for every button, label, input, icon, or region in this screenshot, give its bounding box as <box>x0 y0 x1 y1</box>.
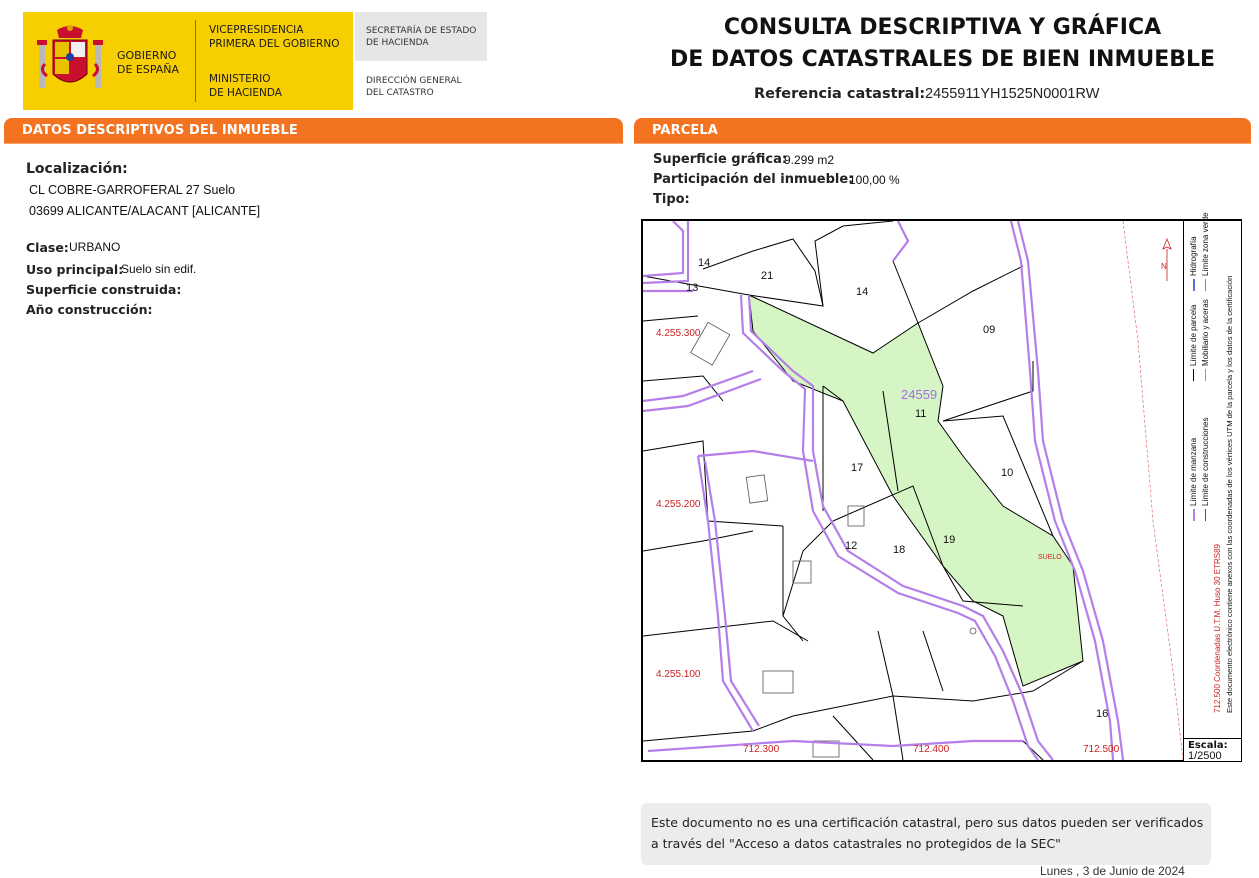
cadastral-map[interactable]: 4.255.300 4.255.200 4.255.100 712.300 71… <box>641 219 1242 762</box>
descriptive-section-header: DATOS DESCRIPTIVOS DEL INMUEBLE <box>4 118 623 143</box>
clase-label: Clase: <box>26 240 69 255</box>
superficie-grafica-value: 9.299 m2 <box>784 153 835 167</box>
cadastral-map-drawing: 4.255.300 4.255.200 4.255.100 712.300 71… <box>643 221 1184 760</box>
map-x-coord-1: 712.300 <box>743 744 780 755</box>
gobierno-line2: DE ESPAÑA <box>117 63 180 76</box>
ministerio-line1: MINISTERIO <box>209 73 271 85</box>
legend-mobiliario: Mobiliario y aceras <box>1201 299 1210 381</box>
parcel-label-21: 21 <box>761 270 773 282</box>
coat-of-arms-icon <box>37 25 103 88</box>
anio-construccion-label: Año construcción: <box>26 302 153 317</box>
location-label: Localización: <box>26 161 128 177</box>
parcel-label-11: 11 <box>915 408 926 420</box>
logo-divider <box>195 20 196 102</box>
participacion-label: Participación del inmueble: <box>653 172 854 187</box>
secretaria-line2: DE HACIENDA <box>366 38 429 48</box>
location-line2: 03699 ALICANTE/ALACANT [ALICANTE] <box>29 204 261 218</box>
gobierno-line1: GOBIERNO <box>117 49 177 62</box>
selected-parcel-area <box>748 294 1084 687</box>
legend-manzana: Límite de manzana <box>1189 438 1198 521</box>
parcela-section-title: PARCELA <box>652 123 718 138</box>
page-title-line2: DE DATOS CATASTRALES DE BIEN INMUEBLE <box>669 47 1216 72</box>
reference-value: 2455911YH1525N0001RW <box>925 86 1100 102</box>
parcel-label-16: 16 <box>1096 708 1108 720</box>
parcela-section-rule <box>634 143 1251 144</box>
superficie-construida-label: Superficie construida: <box>26 282 182 297</box>
clase-value: URBANO <box>69 240 121 254</box>
verification-note-box: Este documento no es una certificación c… <box>641 803 1211 865</box>
verification-note-text: Este documento no es una certificación c… <box>651 815 1204 851</box>
svg-text:N: N <box>1161 262 1167 271</box>
parcel-label-09: 09 <box>983 324 995 336</box>
uso-label: Uso principal: <box>26 262 124 277</box>
document-date: Lunes , 3 de Junio de 2024 <box>1040 864 1185 878</box>
uso-value: Suelo sin edif. <box>121 262 197 276</box>
government-logo-block: GOBIERNO DE ESPAÑA VICEPRESIDENCIA PRIME… <box>23 12 353 110</box>
map-y-coord-1: 4.255.300 <box>656 328 701 339</box>
legend-parcela: Límite de parcela <box>1189 305 1198 381</box>
vicepresidencia-line2: PRIMERA DEL GOBIERNO <box>209 38 340 50</box>
scale-value: 1/2500 <box>1188 750 1222 762</box>
direccion-line2: DEL CATASTRO <box>366 88 434 98</box>
parcel-reference-label: 24559 <box>901 387 937 402</box>
participacion-value: 100,00 % <box>849 173 900 187</box>
legend-doc-note: Este documento electrónico contiene anex… <box>1225 275 1234 713</box>
parcel-label-12: 12 <box>845 540 857 552</box>
map-x-coord-2: 712.400 <box>913 744 950 755</box>
map-x-coord-3: 712.500 <box>1083 744 1120 755</box>
page-title-line1: CONSULTA DESCRIPTIVA Y GRÁFICA <box>723 15 1162 40</box>
legend-construcciones: Límite de construcciones <box>1201 418 1210 521</box>
parcel-label-13: 13 <box>686 282 698 294</box>
vicepresidencia-line1: VICEPRESIDENCIA <box>209 24 304 36</box>
secretaria-block: SECRETARÍA DE ESTADO DE HACIENDA <box>355 12 487 61</box>
parcel-label-14b: 14 <box>856 286 868 298</box>
secretaria-line1: SECRETARÍA DE ESTADO <box>366 26 477 36</box>
reference-label: Referencia catastral: <box>754 86 926 102</box>
parcel-label-18: 18 <box>893 544 905 556</box>
descriptive-section-title: DATOS DESCRIPTIVOS DEL INMUEBLE <box>22 123 298 138</box>
suelo-label: SUELO <box>1038 554 1062 561</box>
parcel-label-14a: 14 <box>698 257 710 269</box>
ministerio-line2: DE HACIENDA <box>209 87 282 99</box>
tipo-label: Tipo: <box>653 192 690 207</box>
parcel-label-17: 17 <box>851 462 863 474</box>
map-y-coord-2: 4.255.200 <box>656 499 701 510</box>
map-legend: Límite de manzana Límite de parcela Hidr… <box>1183 212 1241 738</box>
legend-hidrografia: Hidrografía <box>1189 236 1198 291</box>
direccion-line1: DIRECCIÓN GENERAL <box>366 76 462 86</box>
parcel-label-10: 10 <box>1001 467 1013 479</box>
location-line1: CL COBRE-GARROFERAL 27 Suelo <box>29 183 236 197</box>
superficie-grafica-label: Superficie gráfica: <box>653 152 788 167</box>
legend-zona-verde: Límite zona verde <box>1201 212 1210 291</box>
parcel-label-19: 19 <box>943 534 955 546</box>
scale-box: Escala: 1/2500 <box>1183 738 1241 762</box>
map-y-coord-3: 4.255.100 <box>656 669 701 680</box>
parcela-section-header: PARCELA <box>634 118 1251 143</box>
north-arrow-icon: N <box>1161 237 1172 281</box>
descriptive-section-rule <box>4 143 623 144</box>
legend-coordinates: 712.500 Coordenadas U.T.M. Huso 30 ETRS8… <box>1213 544 1222 713</box>
